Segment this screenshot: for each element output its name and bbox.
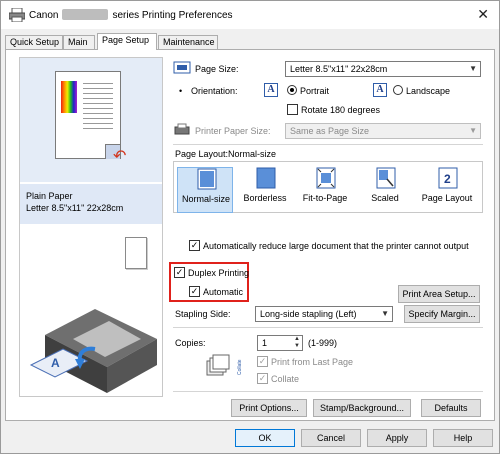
title-bar: Canon series Printing Preferences ✕ (1, 1, 499, 29)
layout-borderless[interactable]: Borderless (237, 167, 293, 213)
layout-page-layout[interactable]: 2 Page Layout (419, 167, 475, 213)
page-size-label: Page Size: (195, 64, 239, 74)
chevron-down-icon: ▼ (469, 64, 477, 73)
separator (173, 144, 483, 145)
duplex-printing-label: Duplex Printing (188, 268, 250, 278)
chevron-down-icon: ▼ (469, 126, 477, 135)
automatic-label: Automatic (203, 287, 244, 297)
landscape-radio[interactable] (393, 85, 403, 95)
svg-text:A: A (51, 356, 60, 370)
rotate-180-label: Rotate 180 degrees (301, 105, 381, 115)
duplex-arrow-icon: ↶ (113, 148, 127, 165)
window-title: Canon series Printing Preferences (29, 9, 233, 21)
print-from-last-page-label: Print from Last Page (271, 357, 354, 367)
collate-label: Collate (271, 374, 300, 384)
copies-spinner-icon[interactable]: ▲ ▼ (292, 336, 302, 350)
preview-color-bar (61, 81, 77, 113)
copies-range: (1-999) (308, 338, 338, 348)
tab-main[interactable]: Main (63, 35, 95, 49)
paper-source-sheet-icon (125, 237, 147, 269)
stamp-background-button[interactable]: Stamp/Background... (313, 399, 411, 417)
scaled-icon (376, 167, 396, 189)
printer-icon (9, 8, 25, 22)
preview-text-lines (83, 83, 113, 133)
tab-maintenance[interactable]: Maintenance (158, 35, 218, 49)
layout-fit-to-page[interactable]: Fit-to-Page (297, 167, 353, 213)
page-layout-heading: Page Layout:Normal-size (175, 149, 277, 159)
automatic-checkbox[interactable]: ✓ (189, 286, 200, 297)
borderless-icon (256, 167, 276, 189)
help-button[interactable]: Help (433, 429, 493, 447)
print-area-setup-button[interactable]: Print Area Setup... (398, 285, 480, 303)
portrait-icon: A (264, 83, 278, 97)
layout-normal-size[interactable]: Normal-size (177, 167, 233, 213)
specify-margin-button[interactable]: Specify Margin... (404, 305, 480, 323)
svg-text:2: 2 (444, 172, 451, 186)
page-size-select[interactable]: Letter 8.5"x11" 22x28cm ▼ (285, 61, 481, 77)
orientation-label: Orientation: (191, 86, 238, 96)
landscape-icon: A (373, 83, 387, 97)
printer-paper-size-select[interactable]: Same as Page Size ▼ (285, 123, 481, 139)
stapling-side-select[interactable]: Long-side stapling (Left) ▼ (255, 306, 393, 322)
auto-reduce-checkbox[interactable]: ✓ (189, 240, 200, 251)
orientation-bullet-icon: • (179, 86, 183, 96)
tab-page-setup[interactable]: Page Setup (97, 33, 157, 50)
chevron-down-icon: ▼ (381, 309, 389, 318)
close-icon[interactable]: ✕ (477, 6, 489, 23)
redacted-model-name (62, 9, 109, 20)
auto-reduce-label: Automatically reduce large document that… (203, 241, 469, 251)
collate-checkbox[interactable]: ✓ (257, 373, 268, 384)
normal-size-icon (197, 168, 217, 190)
layout-scaled[interactable]: Scaled (357, 167, 413, 213)
copies-label: Copies: (175, 338, 206, 348)
page-layout-icon: 2 (438, 167, 458, 189)
media-info: Plain Paper Letter 8.5"x11" 22x28cm (20, 184, 162, 224)
separator (173, 391, 483, 392)
print-options-button[interactable]: Print Options... (231, 399, 307, 417)
separator (173, 327, 483, 328)
ok-button[interactable]: OK (235, 429, 295, 447)
printer-illustration-icon: A (29, 309, 157, 393)
stapling-side-label: Stapling Side: (175, 309, 231, 319)
page-size-icon (173, 61, 191, 74)
rotate-180-checkbox[interactable] (287, 104, 298, 115)
svg-text:Collate: Collate (237, 359, 243, 375)
collate-stack-icon: Collate (206, 354, 245, 376)
media-type: Plain Paper (26, 191, 73, 201)
defaults-button[interactable]: Defaults (421, 399, 481, 417)
tab-quick-setup[interactable]: Quick Setup (5, 35, 63, 49)
portrait-radio[interactable] (287, 85, 297, 95)
portrait-label: Portrait (300, 86, 330, 96)
apply-button[interactable]: Apply (367, 429, 427, 447)
cancel-button[interactable]: Cancel (301, 429, 361, 447)
printer-paper-size-icon (174, 123, 190, 135)
duplex-printing-checkbox[interactable]: ✓ (174, 267, 185, 278)
fit-to-page-icon (316, 167, 336, 189)
media-size: Letter 8.5"x11" 22x28cm (26, 203, 124, 213)
printing-preferences-window: Canon series Printing Preferences ✕ Quick… (0, 0, 500, 454)
landscape-label: Landscape (406, 86, 451, 96)
print-from-last-page-checkbox[interactable]: ✓ (257, 356, 268, 367)
printer-paper-size-label: Printer Paper Size: (195, 126, 271, 136)
